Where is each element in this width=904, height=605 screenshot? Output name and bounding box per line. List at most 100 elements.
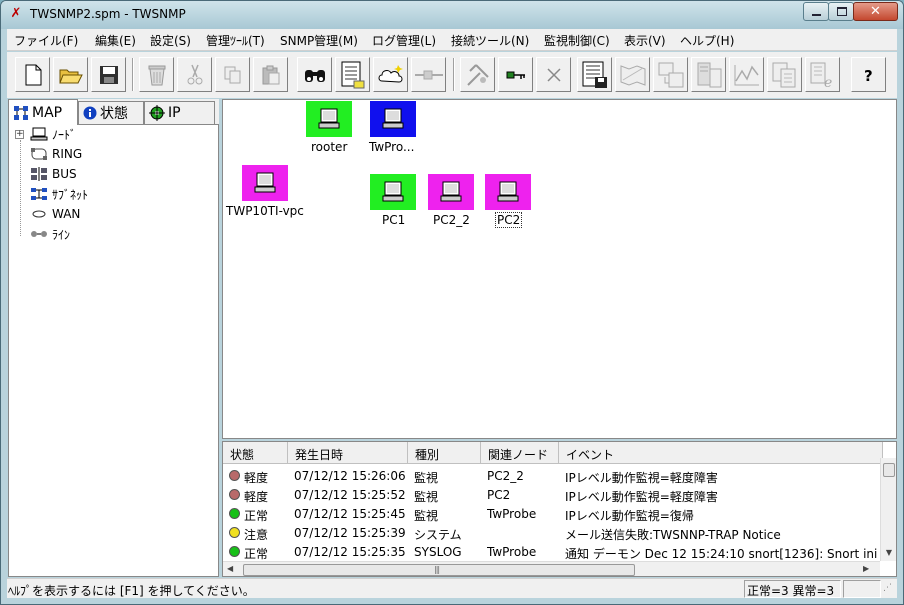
computer-icon (497, 181, 519, 202)
tab-map[interactable]: MAP (8, 99, 78, 125)
transfer-button[interactable] (653, 57, 688, 92)
tree-item-line[interactable]: ﾗｲﾝ (9, 225, 209, 243)
map-node-label: PC2 (495, 212, 523, 228)
event-cell: 通知 デーモン Dec 12 15:24:10 snort[1236]: Sno… (565, 547, 877, 561)
doc-compare-button[interactable] (767, 57, 802, 92)
tools-button[interactable] (460, 57, 495, 92)
column-time[interactable]: 発生日時 (288, 442, 408, 464)
map-button[interactable] (615, 57, 650, 92)
status-bar: ﾍﾙﾌﾟを表示するには [F1] を押してください。 正常=3 異常=3 ⋰ (7, 578, 897, 598)
app-window: ✗ TWSNMP2.spm - TWSNMP ✕ ファイル(F) 編集(E) 設… (0, 0, 904, 605)
help-button[interactable]: ? (851, 57, 886, 92)
map-node-twprobe[interactable] (370, 101, 416, 137)
table-row[interactable]: 正常 07/12/12 15:25:45 監視 TwProbe IPレベル動作監… (223, 505, 883, 524)
time-cell: 07/12/12 15:26:06 (294, 469, 406, 483)
title-bar[interactable]: ✗ TWSNMP2.spm - TWSNMP ✕ (1, 1, 903, 29)
minimize-button[interactable] (803, 2, 829, 21)
cloud-button[interactable] (373, 57, 408, 92)
table-row[interactable]: 注意 07/12/12 15:25:39 システム メール送信失敗:TWSNNP… (223, 524, 883, 543)
menu-log[interactable]: ログ管理(L) (372, 32, 436, 49)
map-node-pc2-2[interactable] (428, 174, 474, 210)
tree-item-bus[interactable]: BUS (9, 165, 209, 183)
find-button[interactable] (297, 57, 332, 92)
tree-item-node[interactable]: + ﾉｰﾄﾞ (9, 125, 209, 143)
map-icon (620, 64, 645, 86)
tree-label: RING (52, 147, 83, 161)
log-save-button[interactable] (577, 57, 612, 92)
tab-ip[interactable]: IP (144, 101, 215, 124)
menu-snmp[interactable]: SNMP管理(M) (280, 32, 358, 49)
svg-text:e: e (824, 75, 832, 89)
line-button[interactable] (411, 57, 446, 92)
column-node[interactable]: 関連ノード (481, 442, 559, 464)
menu-admin-tools[interactable]: 管理ﾂｰﾙ(T) (206, 32, 265, 49)
node-icon (30, 127, 48, 141)
tree-expander[interactable]: + (15, 129, 24, 139)
info-icon (83, 106, 97, 120)
menu-monitor[interactable]: 監視制御(C) (544, 32, 610, 49)
key-icon (506, 71, 525, 79)
server-button[interactable] (691, 57, 726, 92)
status-cell: 軽度 (244, 471, 269, 485)
table-row[interactable]: 軽度 07/12/12 15:26:06 監視 PC2_2 IPレベル動作監視=… (223, 467, 883, 486)
paste-button[interactable] (253, 57, 288, 92)
cut-button[interactable] (177, 57, 212, 92)
scroll-down-icon[interactable]: ▼ (881, 545, 896, 561)
scroll-left-icon[interactable]: ◀ (227, 564, 233, 573)
column-type[interactable]: 種別 (408, 442, 481, 464)
save-button[interactable] (91, 57, 126, 92)
menu-view[interactable]: 表示(V) (624, 32, 666, 49)
menu-settings[interactable]: 設定(S) (150, 32, 191, 49)
map-node-pc2[interactable] (485, 174, 531, 210)
node-list-button[interactable] (335, 57, 370, 92)
delete-button[interactable] (139, 57, 174, 92)
browser-button[interactable]: e (805, 57, 840, 92)
menu-connect-tools[interactable]: 接続ツール(N) (451, 32, 529, 49)
help-icon: ? (864, 67, 873, 84)
column-status[interactable]: 状態 (223, 442, 288, 464)
menu-edit[interactable]: 編集(E) (95, 32, 136, 49)
scroll-right-icon[interactable]: ▶ (863, 564, 869, 573)
menu-file[interactable]: ファイル(F) (14, 32, 78, 49)
close-x-button[interactable] (536, 57, 571, 92)
close-button[interactable]: ✕ (853, 2, 898, 21)
left-pane: MAP 状態 IP + ﾉｰﾄﾞ RING BUS ｻﾌﾞﾈｯﾄ WAN ﾗｲﾝ (8, 99, 219, 577)
map-node-rooter[interactable] (306, 101, 352, 137)
time-cell: 07/12/12 15:25:52 (294, 488, 406, 502)
computer-icon (440, 181, 462, 202)
map-node-pc1[interactable] (370, 174, 416, 210)
event-list-header: 状態 発生日時 種別 関連ノード イベント (223, 442, 883, 464)
horizontal-scrollbar[interactable]: ◀ ||| ▶ (223, 561, 880, 576)
table-row[interactable]: 軽度 07/12/12 15:25:52 監視 PC2 IPレベル動作監視=軽度… (223, 486, 883, 505)
tree-item-subnet[interactable]: ｻﾌﾞﾈｯﾄ (9, 185, 209, 203)
status-dot (229, 546, 240, 557)
server-icon (697, 62, 721, 87)
map-node-label: rooter (311, 140, 348, 154)
wan-icon (32, 210, 46, 218)
graph-icon (734, 64, 759, 85)
new-button[interactable] (15, 57, 50, 92)
copy-button[interactable] (215, 57, 250, 92)
column-event[interactable]: イベント (559, 442, 883, 464)
maximize-icon (837, 7, 847, 16)
vertical-scrollbar[interactable]: ▲ ▼ (880, 458, 896, 561)
toolbar-separator (453, 58, 455, 91)
graph-button[interactable] (729, 57, 764, 92)
maximize-button[interactable] (828, 2, 854, 21)
key-button[interactable] (498, 57, 533, 92)
scroll-thumb[interactable]: ||| (243, 564, 635, 576)
menu-help[interactable]: ヘルプ(H) (680, 32, 734, 49)
open-button[interactable] (53, 57, 88, 92)
scroll-thumb[interactable] (883, 463, 895, 477)
network-map[interactable]: rooter TwPro... TWP10TI-vpc PC1 PC2_2 PC… (222, 99, 897, 439)
map-tree-icon (14, 105, 28, 120)
window-title: TWSNMP2.spm - TWSNMP (30, 7, 186, 21)
tree-item-wan[interactable]: WAN (9, 205, 209, 223)
tab-status[interactable]: 状態 (78, 101, 144, 124)
map-node-label: TWP10TI-vpc (226, 204, 304, 218)
table-row[interactable]: 正常 07/12/12 15:25:35 SYSLOG TwProbe 通知 デ… (223, 543, 883, 562)
map-node-twp10ti-vpc[interactable] (242, 165, 288, 201)
doc-compare-icon (772, 62, 795, 87)
resize-grip-icon[interactable]: ⋰ (883, 583, 895, 595)
tree-item-ring[interactable]: RING (9, 145, 209, 163)
